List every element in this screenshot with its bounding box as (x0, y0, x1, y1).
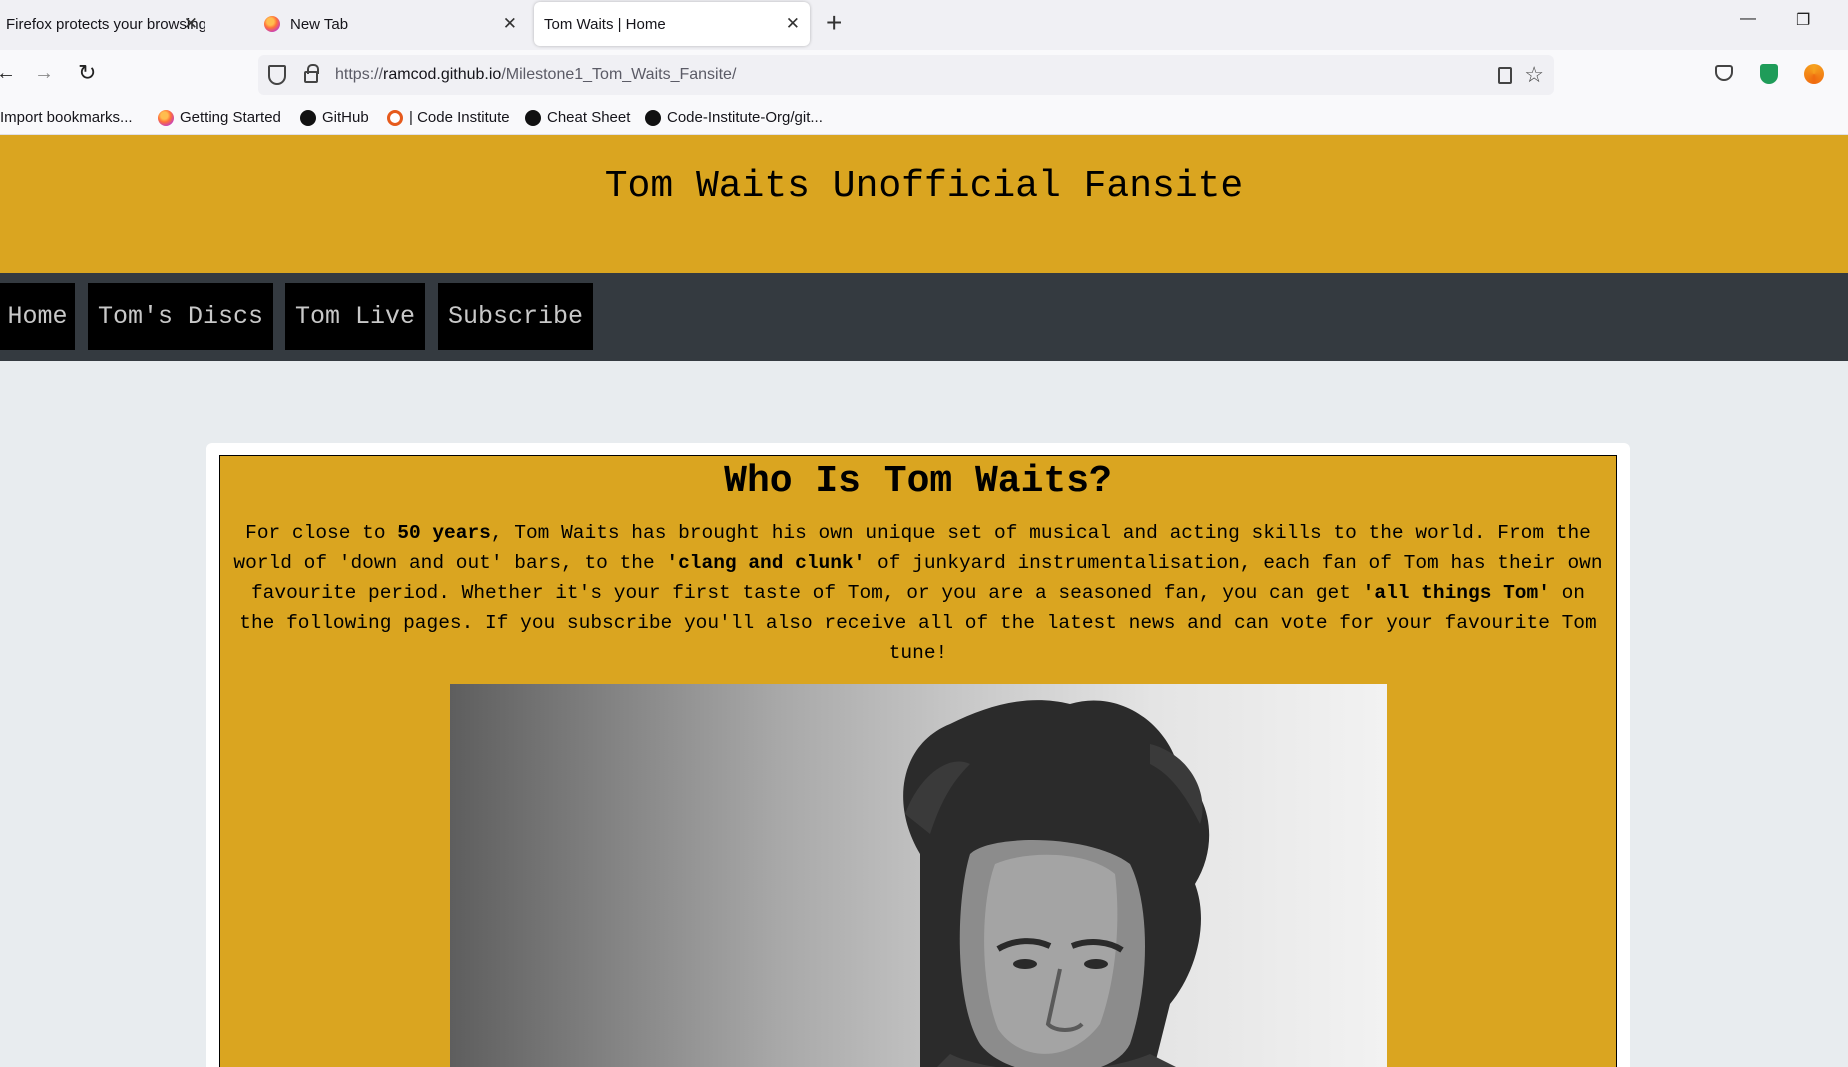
firefox-icon (264, 16, 280, 32)
bookmark-github[interactable]: GitHub (300, 109, 369, 126)
bookmark-label: Getting Started (180, 109, 281, 126)
bookmark-import[interactable]: Import bookmarks... (0, 109, 133, 126)
tracking-shield-icon[interactable] (268, 65, 286, 85)
minimize-icon[interactable]: — (1740, 10, 1756, 28)
firefox-icon (158, 109, 174, 126)
bookmark-label: Cheat Sheet (547, 109, 631, 126)
reader-view-icon[interactable] (1498, 67, 1512, 84)
url-bar[interactable]: https://ramcod.github.io/Milestone1_Tom_… (258, 55, 1554, 95)
tab-title: Firefox protects your browsing. (6, 15, 205, 33)
tab-close-icon[interactable]: ✕ (786, 14, 800, 34)
extension-shield-icon[interactable] (1760, 64, 1778, 84)
tom-waits-photo (450, 684, 1387, 1067)
cheat-sheet-icon (525, 109, 541, 126)
tab-title: New Tab (290, 15, 349, 33)
forward-arrow-icon[interactable]: → (34, 62, 54, 85)
bookmark-star-icon[interactable]: ☆ (1524, 62, 1544, 88)
intro-bold: 'all things Tom' (1362, 582, 1550, 604)
content-card: Who Is Tom Waits? For close to 50 years,… (206, 443, 1630, 1067)
site-nav: Home Tom's Discs Tom Live Subscribe (0, 273, 1848, 361)
nav-tom-live[interactable]: Tom Live (285, 283, 425, 350)
tab-firefox-protects[interactable]: Firefox protects your browsing. ✕ (0, 2, 240, 46)
reload-icon[interactable]: ↻ (78, 60, 96, 86)
extension-g-icon[interactable] (1804, 64, 1824, 84)
bookmark-label: Code-Institute-Org/git... (667, 109, 823, 126)
site-title: Tom Waits Unofficial Fansite (604, 165, 1244, 208)
intro-text: For close to (245, 522, 398, 544)
portrait-illustration (903, 700, 1210, 1067)
bookmark-label: GitHub (322, 109, 369, 126)
tab-close-icon[interactable]: ✕ (184, 14, 198, 34)
nav-home[interactable]: Home (0, 283, 75, 350)
url-text[interactable]: https://ramcod.github.io/Milestone1_Tom_… (335, 66, 736, 84)
code-institute-icon (387, 109, 403, 126)
url-path: /Milestone1_Tom_Waits_Fansite/ (501, 66, 737, 83)
new-tab-plus-icon[interactable]: + (826, 7, 842, 39)
site-header: Tom Waits Unofficial Fansite (0, 135, 1848, 273)
web-page: Tom Waits Unofficial Fansite Home Tom's … (0, 135, 1848, 1067)
bookmark-cheat-sheet[interactable]: Cheat Sheet (525, 109, 630, 126)
bookmark-label: Import bookmarks... (0, 109, 133, 126)
section-heading: Who Is Tom Waits? (724, 460, 1112, 503)
github-icon (300, 109, 316, 126)
bookmark-code-institute-git[interactable]: Code-Institute-Org/git... (645, 109, 823, 126)
bookmarks-toolbar: Import bookmarks... Getting Started GitH… (0, 102, 1848, 135)
lock-icon[interactable] (304, 64, 319, 83)
tab-title: Tom Waits | Home (544, 15, 666, 33)
intro-bold: 50 years (397, 522, 491, 544)
tab-new-tab[interactable]: New Tab ✕ (262, 2, 527, 46)
url-scheme: https:// (335, 66, 384, 83)
pocket-icon[interactable] (1715, 65, 1733, 81)
who-is-tom-section: Who Is Tom Waits? For close to 50 years,… (219, 455, 1617, 1067)
intro-bold: 'clang and clunk' (666, 552, 866, 574)
tab-bar: Firefox protects your browsing. ✕ New Ta… (0, 0, 1848, 50)
url-domain: ramcod.github.io (383, 66, 502, 83)
bookmark-getting-started[interactable]: Getting Started (158, 109, 281, 126)
tab-tom-waits-home[interactable]: Tom Waits | Home ✕ (534, 2, 810, 46)
bookmark-code-institute[interactable]: | Code Institute (387, 109, 510, 126)
back-arrow-icon[interactable]: ← (0, 62, 16, 85)
restore-icon[interactable]: ❐ (1796, 10, 1810, 30)
nav-toms-discs[interactable]: Tom's Discs (88, 283, 273, 350)
github-icon (645, 109, 661, 126)
nav-subscribe[interactable]: Subscribe (438, 283, 593, 350)
intro-paragraph: For close to 50 years, Tom Waits has bro… (228, 518, 1608, 668)
browser-toolbar: ← → ↻ https://ramcod.github.io/Milestone… (0, 50, 1848, 102)
bookmark-label: | Code Institute (409, 109, 510, 126)
tab-close-icon[interactable]: ✕ (503, 14, 517, 34)
